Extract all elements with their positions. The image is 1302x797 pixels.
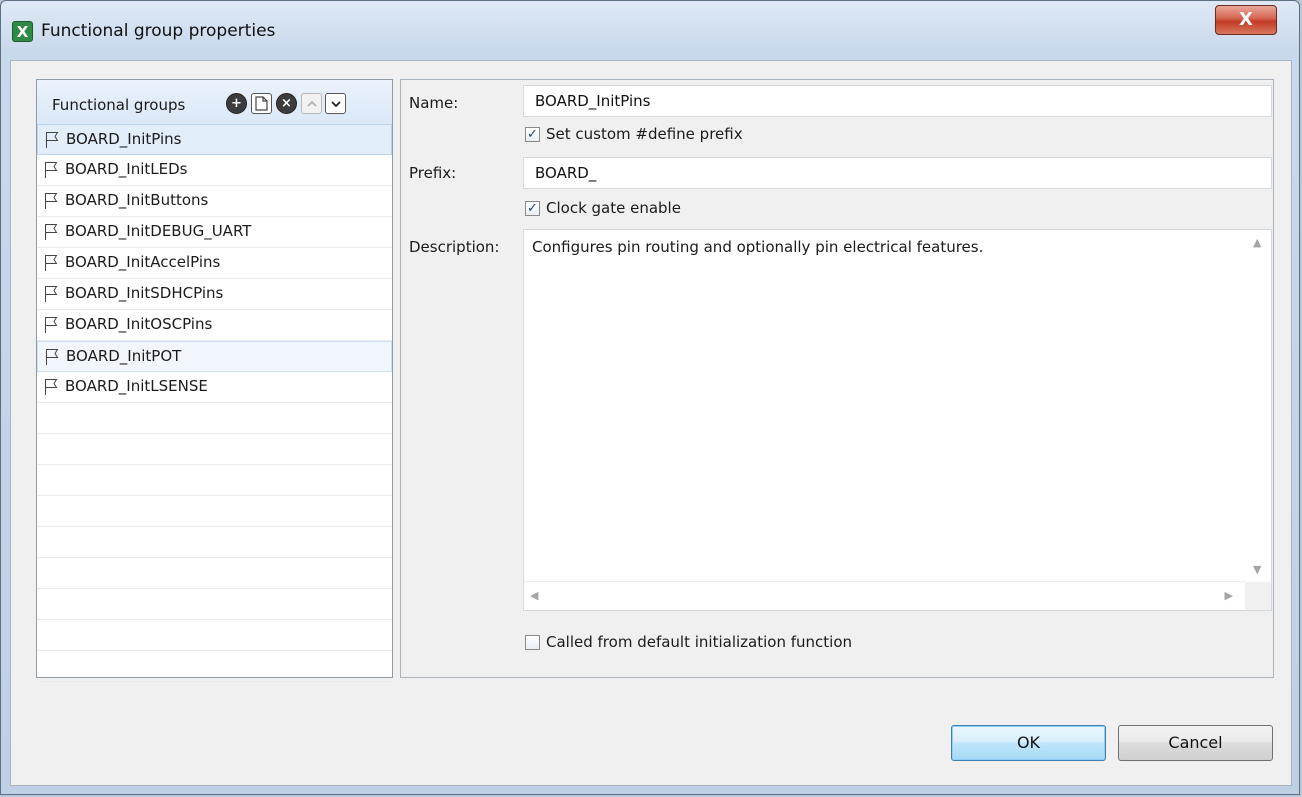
empty-row	[37, 465, 392, 496]
remove-group-button[interactable]: ×	[276, 93, 297, 114]
ok-button[interactable]: OK	[951, 725, 1106, 761]
functional-groups-label: Functional groups	[52, 96, 186, 114]
horizontal-scrollbar[interactable]: ◀ ▶	[524, 581, 1245, 610]
list-item[interactable]: BOARD_InitOSCPins	[37, 310, 392, 341]
flag-icon	[45, 317, 58, 333]
empty-row	[37, 620, 392, 651]
copy-document-icon	[255, 96, 268, 111]
dialog-title: Functional group properties	[41, 21, 276, 41]
default-init-label: Called from default initialization funct…	[546, 633, 852, 651]
empty-row	[37, 527, 392, 558]
chevron-down-icon	[330, 101, 341, 108]
add-circle-icon: +	[231, 96, 242, 111]
prefix-label: Prefix:	[409, 164, 457, 182]
dialog-window: X Functional group properties X Function…	[0, 0, 1300, 795]
move-up-button[interactable]	[301, 93, 322, 114]
default-init-check-box[interactable]	[525, 635, 540, 650]
flag-icon	[46, 132, 59, 148]
empty-row	[37, 403, 392, 434]
remove-circle-icon: ×	[281, 96, 292, 111]
functional-groups-list: BOARD_InitPins BOARD_InitLEDs BOARD_Init…	[37, 124, 392, 682]
scroll-left-arrow-icon[interactable]: ◀	[530, 589, 538, 602]
scroll-right-arrow-icon[interactable]: ▶	[1225, 589, 1233, 602]
list-item-label: BOARD_InitDEBUG_UART	[65, 222, 252, 240]
list-item-label: BOARD_InitPins	[66, 130, 182, 148]
scroll-up-arrow-icon[interactable]: ▲	[1253, 236, 1261, 249]
flag-icon	[45, 162, 58, 178]
clock-gate-check-box[interactable]: ✓	[525, 201, 540, 216]
cancel-button[interactable]: Cancel	[1118, 725, 1273, 761]
functional-groups-header: Functional groups + ×	[37, 80, 392, 125]
scroll-down-arrow-icon[interactable]: ▼	[1253, 563, 1261, 576]
list-item[interactable]: BOARD_InitButtons	[37, 186, 392, 217]
list-item[interactable]: BOARD_InitAccelPins	[37, 248, 392, 279]
custom-prefix-label: Set custom #define prefix	[546, 125, 743, 143]
empty-row	[37, 558, 392, 589]
empty-row	[37, 651, 392, 682]
chevron-up-icon	[306, 100, 317, 107]
flag-icon	[45, 379, 58, 395]
app-x-icon: X	[12, 21, 33, 42]
dialog-client-area: Functional groups + × BOARD_InitPins BOA…	[10, 60, 1292, 786]
list-item-label: BOARD_InitPOT	[66, 347, 182, 365]
description-label: Description:	[409, 238, 500, 256]
properties-panel: Name: ✓ Set custom #define prefix Prefix…	[400, 79, 1274, 678]
close-button[interactable]: X	[1215, 5, 1277, 35]
functional-groups-panel: Functional groups + × BOARD_InitPins BOA…	[36, 79, 393, 682]
custom-prefix-check-box[interactable]: ✓	[525, 127, 540, 142]
vertical-scrollbar[interactable]: ▲ ▼	[1245, 230, 1271, 582]
list-item[interactable]: BOARD_InitSDHCPins	[37, 279, 392, 310]
list-item[interactable]: BOARD_InitPOT	[37, 341, 392, 372]
list-item-label: BOARD_InitSDHCPins	[65, 284, 224, 302]
list-item[interactable]: BOARD_InitLEDs	[37, 155, 392, 186]
flag-icon	[45, 286, 58, 302]
list-item-label: BOARD_InitButtons	[65, 191, 209, 209]
flag-icon	[45, 255, 58, 271]
list-item-label: BOARD_InitOSCPins	[65, 315, 213, 333]
flag-icon	[45, 224, 58, 240]
list-item-label: BOARD_InitLSENSE	[65, 377, 208, 395]
list-item[interactable]: BOARD_InitLSENSE	[37, 372, 392, 403]
clock-gate-label: Clock gate enable	[546, 199, 681, 217]
prefix-field[interactable]	[523, 157, 1272, 189]
title-bar[interactable]: X Functional group properties X	[1, 1, 1299, 59]
description-text: Configures pin routing and optionally pi…	[532, 238, 984, 256]
list-item[interactable]: BOARD_InitDEBUG_UART	[37, 217, 392, 248]
copy-group-button[interactable]	[251, 93, 272, 114]
move-down-button[interactable]	[325, 93, 346, 114]
scrollbar-corner	[1245, 582, 1271, 610]
name-field[interactable]	[523, 85, 1272, 117]
add-group-button[interactable]: +	[226, 93, 247, 114]
list-item[interactable]: BOARD_InitPins	[37, 124, 392, 155]
list-item-label: BOARD_InitLEDs	[65, 160, 188, 178]
empty-row	[37, 589, 392, 620]
flag-icon	[46, 349, 59, 365]
description-textarea[interactable]: Configures pin routing and optionally pi…	[523, 229, 1272, 611]
list-item-label: BOARD_InitAccelPins	[65, 253, 221, 271]
empty-row	[37, 496, 392, 527]
empty-row	[37, 434, 392, 465]
flag-icon	[45, 193, 58, 209]
name-label: Name:	[409, 94, 459, 112]
